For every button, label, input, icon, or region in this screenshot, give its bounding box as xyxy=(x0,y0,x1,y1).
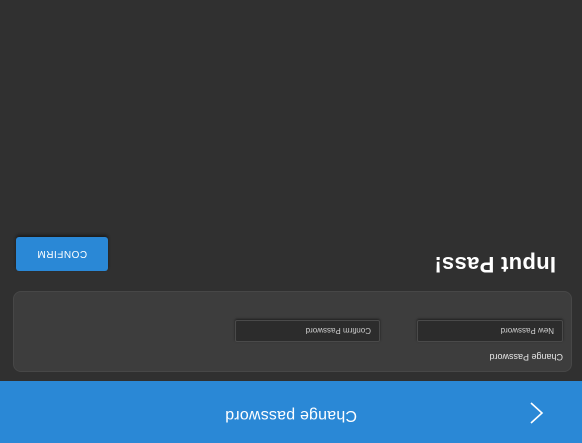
header-bar: Change password xyxy=(0,381,582,443)
content-area xyxy=(0,0,582,223)
confirm-button[interactable]: CONFIRM xyxy=(16,237,108,271)
card-title: Change Password xyxy=(489,352,563,362)
change-password-card: Change Password xyxy=(13,291,572,372)
page-heading: Input Pass! xyxy=(434,252,556,277)
confirm-password-field[interactable] xyxy=(235,320,380,342)
app-screen: Change password Change Password Input Pa… xyxy=(0,0,582,443)
header-title: Change password xyxy=(225,407,357,424)
new-password-field[interactable] xyxy=(417,320,563,342)
